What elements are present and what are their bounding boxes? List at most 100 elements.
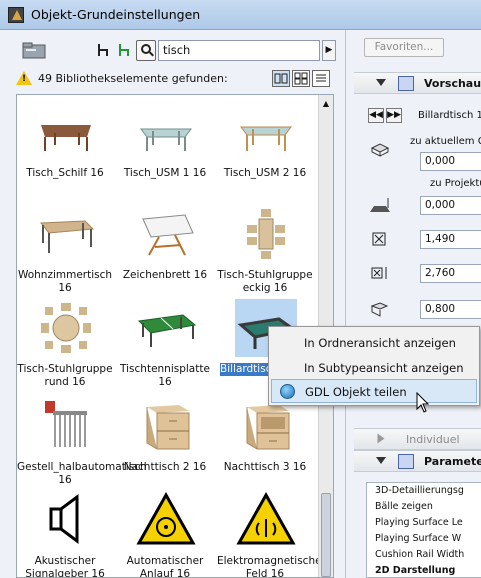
menu-item-label: GDL Objekt teilen xyxy=(305,385,407,399)
status-row: ! 49 Bibliothekselemente gefunden: xyxy=(16,70,336,88)
item-label: Akustischer Signalgeber 16 xyxy=(25,555,105,578)
library-item[interactable]: Wohnzimmertisch 16 xyxy=(17,201,113,297)
library-item[interactable]: Tisch_USM 1 16 xyxy=(117,99,213,195)
ping-pong-table-icon xyxy=(137,314,197,347)
window-title: Objekt-Grundeinstellungen xyxy=(31,7,201,22)
library-item[interactable]: Tisch-Stuhlgruppe rund 16 xyxy=(17,295,113,391)
library-item[interactable]: Zeichenbrett 16 xyxy=(117,201,213,297)
item-label: Tisch_USM 2 16 xyxy=(223,167,307,179)
warning-icon: ! xyxy=(16,71,32,85)
list-view-button[interactable] xyxy=(312,70,330,87)
next-object-button[interactable]: ▶▶ xyxy=(386,108,402,123)
library-item[interactable]: Tisch_USM 2 16 xyxy=(217,99,313,195)
search-button[interactable] xyxy=(136,40,156,61)
height-field[interactable]: 0,800 xyxy=(420,300,481,319)
chair-green-filter-icon[interactable] xyxy=(115,42,133,60)
round-table-chairs-icon xyxy=(41,303,91,353)
preview-section-header[interactable]: Vorschau u xyxy=(354,72,481,94)
library-item[interactable]: Nachttisch 2 16 xyxy=(117,393,213,489)
folder-view-icon[interactable] xyxy=(22,42,46,60)
object-name: Billardtisch 16 xyxy=(418,110,481,121)
glass-table-icon xyxy=(240,126,292,151)
menu-item-share-gdl[interactable]: GDL Objekt teilen xyxy=(271,379,477,403)
param-row[interactable]: Playing Surface W xyxy=(367,531,481,547)
item-label: Tisch-Stuhlgruppe rund 16 xyxy=(17,363,113,388)
search-input[interactable]: tisch xyxy=(158,40,320,61)
nightstand-icon xyxy=(146,405,190,450)
context-menu: In Ordneransicht anzeigen In Subtypeansi… xyxy=(268,326,480,406)
library-item[interactable]: Elektromagnetisches Feld 16 xyxy=(217,487,328,578)
archicad-app-icon xyxy=(8,7,24,23)
parameters-list[interactable]: 3D-Detaillierungsg Bälle zeigen Playing … xyxy=(366,482,481,578)
expand-triangle-icon xyxy=(377,433,385,444)
scroll-up-icon[interactable]: ▲ xyxy=(321,99,331,109)
elevation-current-icon xyxy=(370,143,390,157)
param-row[interactable]: 3D-Detaillierungsg xyxy=(367,483,481,499)
elevation-project-icon xyxy=(370,198,390,212)
collapse-triangle-icon xyxy=(376,79,386,86)
menu-item-folder-view[interactable]: In Ordneransicht anzeigen xyxy=(271,331,477,355)
prev-object-button[interactable]: ◀◀ xyxy=(368,108,384,123)
library-item[interactable]: Gestell_halbautomatisch 16 xyxy=(17,393,147,489)
glass-table-icon xyxy=(140,128,192,151)
item-label: Tisch-Stuhlgruppe eckig 16 xyxy=(217,269,313,294)
param-row[interactable]: 2D Darstellung xyxy=(367,563,481,578)
item-label: Tisch_USM 1 16 xyxy=(123,167,207,179)
library-toolbar: tisch ▶ xyxy=(16,40,336,62)
found-count-text: 49 Bibliothekselemente gefunden: xyxy=(38,72,228,85)
table-icon xyxy=(41,125,91,151)
favorites-button[interactable]: Favoriten... xyxy=(364,38,444,57)
item-label: Wohnzimmertisch 16 xyxy=(17,269,113,294)
speaker-icon xyxy=(49,494,79,544)
list-icon xyxy=(316,74,326,82)
width-icon xyxy=(372,232,386,246)
elevation-current-field[interactable]: 0,000 xyxy=(420,152,481,171)
library-item[interactable]: Automatischer Anlauf 16 xyxy=(117,487,213,578)
item-label: Zeichenbrett 16 xyxy=(122,269,208,281)
scroll-thumb[interactable] xyxy=(321,493,331,577)
rack-icon xyxy=(45,401,87,447)
label-project-zero: zu Projektu xyxy=(430,178,481,189)
item-label: Automatischer Anlauf 16 xyxy=(126,555,204,578)
library-item[interactable]: Tischtennisplatte 16 xyxy=(117,295,213,391)
width-field[interactable]: 1,490 xyxy=(420,230,481,249)
parameters-section-header[interactable]: Parameter xyxy=(354,450,481,472)
param-row[interactable]: Cushion Rail Width xyxy=(367,547,481,563)
library-item[interactable]: Nachttisch 3 16 xyxy=(217,393,313,489)
library-item[interactable]: Tisch_Schilf 16 xyxy=(17,99,113,195)
collapse-triangle-icon xyxy=(376,457,386,464)
item-label: Elektromagnetisches Feld 16 xyxy=(217,555,328,578)
em-field-warning-icon xyxy=(236,491,296,545)
item-label: Nachttisch 3 16 xyxy=(223,461,307,473)
settings-panel: Favoriten... Vorschau u ◀◀ ▶▶ Billardtis… xyxy=(345,30,481,578)
drawing-board-icon xyxy=(142,214,194,256)
param-row[interactable]: Bälle zeigen xyxy=(367,499,481,515)
depth-field[interactable]: 2,760 xyxy=(420,264,481,283)
library-item[interactable]: Tisch-Stuhlgruppe eckig 16 xyxy=(217,201,313,297)
small-icon-view-button[interactable] xyxy=(292,70,310,87)
elevation-project-field[interactable]: 0,000 xyxy=(420,196,481,215)
globe-icon xyxy=(280,384,295,399)
param-row[interactable]: Playing Surface Le xyxy=(367,515,481,531)
chair-filter-icon[interactable] xyxy=(94,42,112,60)
menu-item-subtype-view[interactable]: In Subtypeansicht anzeigen xyxy=(271,356,477,380)
window-titlebar: Objekt-Grundeinstellungen xyxy=(0,0,481,30)
label-current-story: zu aktuellem G xyxy=(410,136,481,147)
depth-icon xyxy=(371,267,387,279)
item-label: Gestell_halbautomatisch 16 xyxy=(17,461,147,486)
large-icons-icon xyxy=(274,73,288,84)
table-icon xyxy=(39,220,95,253)
search-go-button[interactable]: ▶ xyxy=(322,40,336,61)
large-icon-view-button[interactable] xyxy=(272,70,290,87)
height-icon xyxy=(370,302,389,317)
library-item[interactable]: Akustischer Signalgeber 16 xyxy=(17,487,113,578)
small-icons-icon xyxy=(294,72,308,85)
table-chairs-icon xyxy=(247,209,285,259)
item-label: Nachttisch 2 16 xyxy=(123,461,207,473)
mouse-cursor-icon xyxy=(416,392,430,413)
individual-section-header[interactable]: Individuel xyxy=(354,428,481,450)
fan-warning-icon xyxy=(136,491,196,545)
item-label: Tischtennisplatte 16 xyxy=(120,363,210,388)
preview-cube-icon xyxy=(398,76,414,91)
item-label: Tisch_Schilf 16 xyxy=(26,167,104,179)
